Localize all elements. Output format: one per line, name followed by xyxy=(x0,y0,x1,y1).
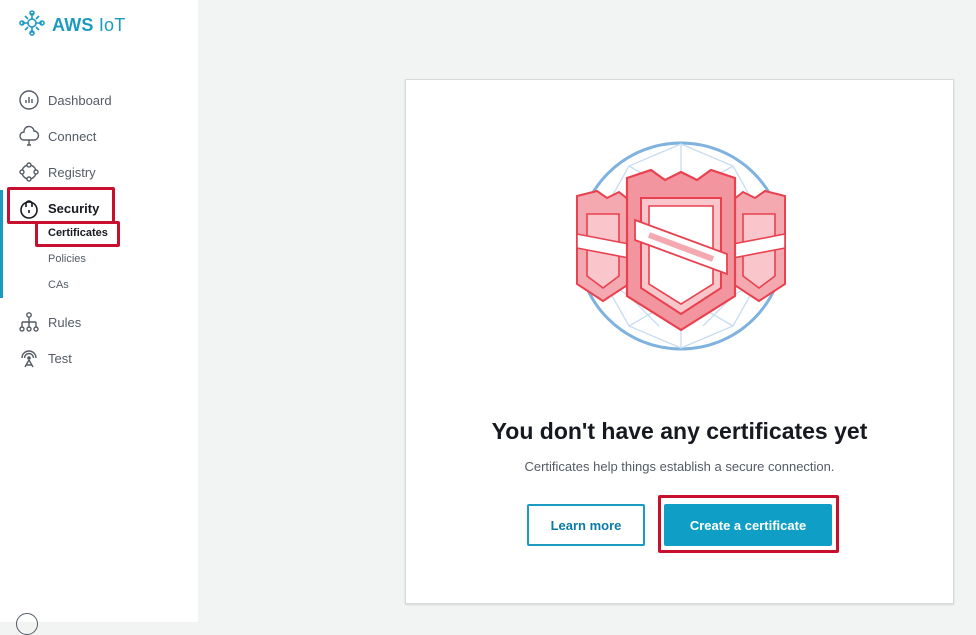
test-icon xyxy=(18,347,40,369)
sidebar-subitem-policies[interactable]: Policies xyxy=(48,253,86,265)
sidebar: AWS IoT Dashboard Connect Registry Secur… xyxy=(0,0,198,635)
sidebar-item-label: Test xyxy=(48,350,72,366)
security-shield-illustration xyxy=(569,136,793,361)
brand-logo[interactable]: AWS IoT xyxy=(18,9,126,42)
sidebar-item-label: Dashboard xyxy=(48,92,112,108)
left-shield xyxy=(576,189,630,303)
sidebar-item-label: Rules xyxy=(48,314,82,330)
sidebar-item-connect[interactable]: Connect xyxy=(18,124,96,148)
sidebar-item-registry[interactable]: Registry xyxy=(18,160,96,184)
sidebar-subitem-cas[interactable]: CAs xyxy=(48,279,69,291)
brand-name: AWS IoT xyxy=(52,14,126,35)
sidebar-item-rules[interactable]: Rules xyxy=(18,310,81,334)
active-section-indicator xyxy=(0,190,3,298)
right-shield xyxy=(732,189,786,303)
empty-state-card: You don't have any certificates yet Cert… xyxy=(405,79,954,604)
dashboard-icon xyxy=(18,89,40,111)
empty-state-title: You don't have any certificates yet xyxy=(491,418,868,444)
aws-iot-logo-icon xyxy=(18,9,46,42)
learn-more-button[interactable]: Learn more xyxy=(527,504,645,546)
certificates-highlight-box xyxy=(35,221,120,247)
cloud-connect-icon xyxy=(18,125,40,147)
registry-icon xyxy=(18,161,40,183)
sidebar-item-label: Connect xyxy=(48,128,97,144)
create-certificate-highlight-box xyxy=(658,495,839,553)
collapse-icon[interactable] xyxy=(16,613,38,635)
sidebar-item-dashboard[interactable]: Dashboard xyxy=(18,88,112,112)
rules-icon xyxy=(18,311,40,333)
sidebar-item-label: Registry xyxy=(48,164,96,180)
center-shield xyxy=(625,168,737,332)
empty-state-subtitle: Certificates help things establish a sec… xyxy=(524,459,835,474)
sidebar-item-test[interactable]: Test xyxy=(18,346,72,370)
security-highlight-box xyxy=(7,187,115,224)
